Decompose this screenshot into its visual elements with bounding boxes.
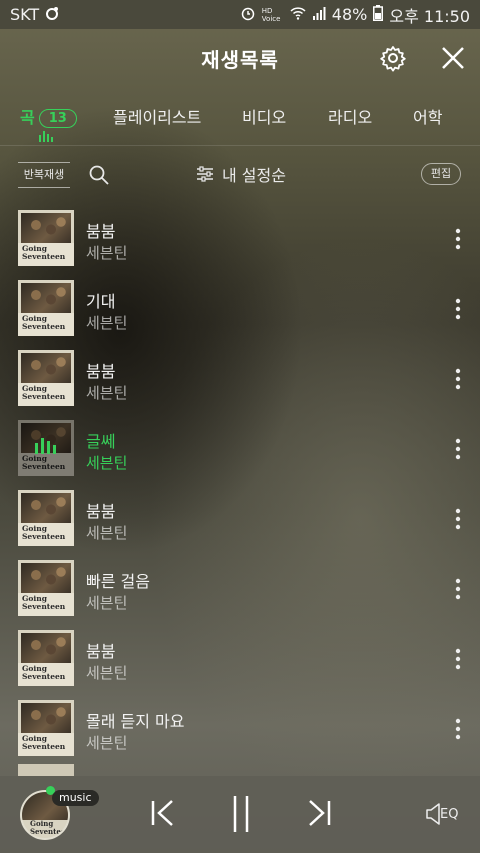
eq-label: EQ <box>440 806 459 822</box>
song-title: 붐붐 <box>86 642 116 661</box>
song-artist: 세븐틴 <box>86 384 128 402</box>
song-title: 글쎄 <box>86 432 116 451</box>
carrier-label: SKT <box>10 5 40 24</box>
wifi-icon <box>290 6 306 24</box>
mini-player: Going Seventeen music EQ <box>0 776 480 853</box>
song-artist: 세븐틴 <box>86 314 128 332</box>
album-art: Going Seventeen <box>18 490 74 546</box>
song-artist: 세븐틴 <box>86 244 128 262</box>
search-icon[interactable] <box>88 164 110 186</box>
song-artist: 세븐틴 <box>86 664 128 682</box>
album-art: Going Seventeen <box>18 280 74 336</box>
list-item[interactable]: Going Seventeen 붐붐 세븐틴 <box>0 344 480 414</box>
signal-icon <box>312 6 326 24</box>
song-count-badge: 13 <box>38 109 77 128</box>
eq-button[interactable]: EQ <box>426 802 458 826</box>
sort-label: 내 설정순 <box>222 166 286 185</box>
tab-language[interactable]: 어학 <box>413 104 442 128</box>
more-options-icon[interactable] <box>454 648 462 670</box>
sort-button[interactable]: 내 설정순 <box>196 162 286 186</box>
gear-icon[interactable] <box>378 43 408 73</box>
list-item[interactable]: Going Seventeen 붐붐 세븐틴 <box>0 624 480 694</box>
playlist-header: 재생목록 <box>0 29 480 87</box>
album-art: Going Seventeen <box>18 350 74 406</box>
song-title: 빠른 걸음 <box>86 572 150 591</box>
music-badge: music <box>52 790 99 806</box>
album-art: Going Seventeen <box>18 700 74 756</box>
close-icon[interactable] <box>438 43 468 73</box>
song-list: Going Seventeen 붐붐 세븐틴 Going Seventeen 기대 … <box>0 204 480 764</box>
list-item[interactable]: Going Seventeen 몰래 듣지 마요 세븐틴 <box>0 694 480 764</box>
category-tabs: 곡 13 플레이리스트 비디오 라디오 어학 <box>0 88 480 146</box>
tab-playlists[interactable]: 플레이리스트 <box>113 104 201 128</box>
now-playing-indicator-icon <box>39 131 53 142</box>
more-options-icon[interactable] <box>454 508 462 530</box>
sliders-icon <box>197 166 213 182</box>
edit-button[interactable]: 편집 <box>421 163 461 185</box>
song-title: 붐붐 <box>86 222 116 241</box>
repeat-button[interactable]: 반복재생 <box>18 162 70 188</box>
battery-icon <box>373 4 384 25</box>
more-options-icon[interactable] <box>454 438 462 460</box>
clock: 오후 11:50 <box>389 6 470 26</box>
album-art: Going Seventeen <box>18 210 74 266</box>
list-item[interactable]: Going Seventeen 빠른 걸음 세븐틴 <box>0 554 480 624</box>
album-art: Going Seventeen <box>18 560 74 616</box>
list-item[interactable]: Going Seventeen 기대 세븐틴 <box>0 274 480 344</box>
more-options-icon[interactable] <box>454 228 462 250</box>
tab-songs[interactable]: 곡 13 <box>20 104 77 128</box>
list-toolbar: 반복재생 내 설정순 편집 <box>0 156 480 196</box>
album-art-partial <box>18 764 74 776</box>
list-item[interactable]: Going Seventeen 붐붐 세븐틴 <box>0 204 480 274</box>
list-item-now-playing[interactable]: Going Seventeen 글쎄 세븐틴 <box>0 414 480 484</box>
list-item[interactable]: Going Seventeen 붐붐 세븐틴 <box>0 484 480 554</box>
song-artist: 세븐틴 <box>86 454 128 472</box>
next-track-icon[interactable] <box>306 798 332 828</box>
album-art: Going Seventeen <box>18 630 74 686</box>
song-title: 기대 <box>86 292 116 311</box>
tab-radio[interactable]: 라디오 <box>328 104 372 128</box>
song-artist: 세븐틴 <box>86 594 128 612</box>
song-title: 몰래 듣지 마요 <box>86 712 185 731</box>
previous-track-icon[interactable] <box>150 798 176 828</box>
more-options-icon[interactable] <box>454 718 462 740</box>
more-options-icon[interactable] <box>454 578 462 600</box>
tab-songs-label: 곡 <box>20 108 35 127</box>
more-options-icon[interactable] <box>454 298 462 320</box>
speaker-icon <box>426 803 440 825</box>
notification-icon <box>45 6 59 24</box>
playing-equalizer-icon <box>35 438 56 454</box>
alarm-icon <box>240 5 256 25</box>
page-title: 재생목록 <box>201 47 279 72</box>
tab-videos[interactable]: 비디오 <box>242 104 286 128</box>
song-title: 붐붐 <box>86 502 116 521</box>
hd-voice-icon: HD Voice <box>261 6 281 23</box>
battery-percent: 48% <box>331 5 368 24</box>
status-bar: SKT HD Voice 48% 오후 11:50 <box>0 0 480 29</box>
song-title: 붐붐 <box>86 362 116 381</box>
song-artist: 세븐틴 <box>86 524 128 542</box>
song-artist: 세븐틴 <box>86 734 128 752</box>
pause-icon[interactable] <box>230 794 252 834</box>
more-options-icon[interactable] <box>454 368 462 390</box>
